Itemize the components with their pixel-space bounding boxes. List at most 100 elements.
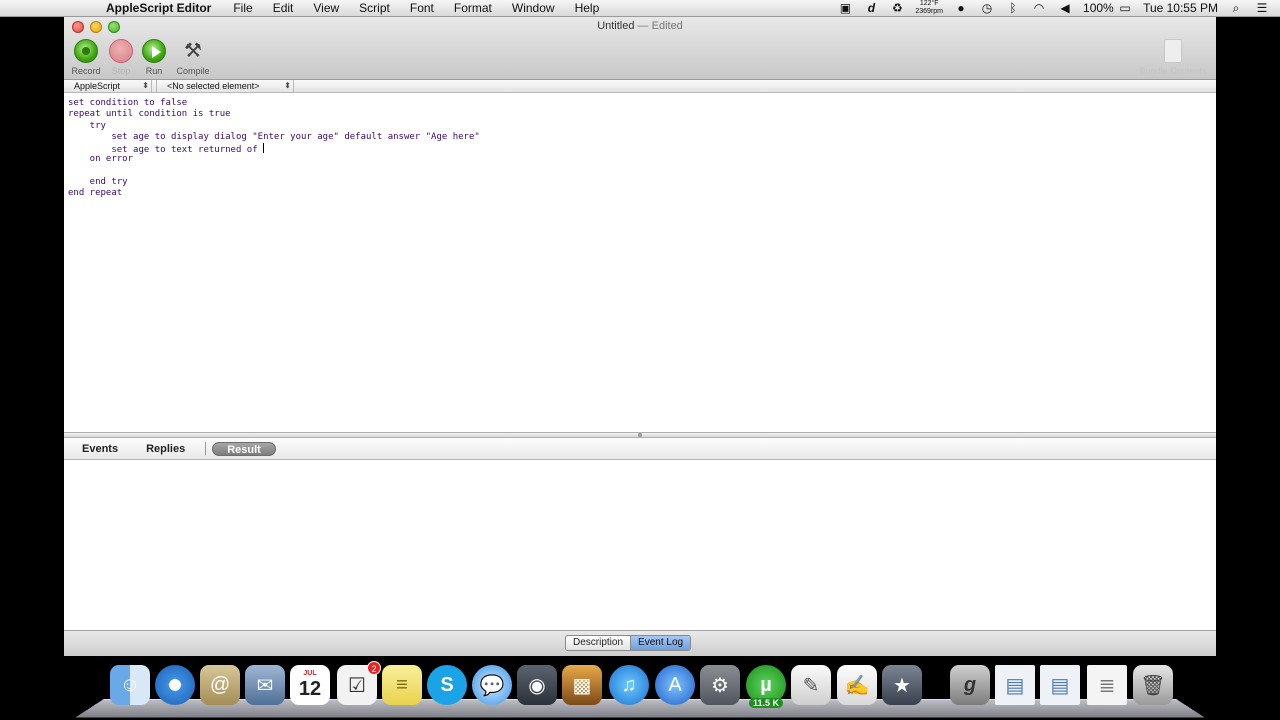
document-name: Untitled (597, 20, 635, 32)
code-line: set condition to false (68, 98, 188, 108)
menu-file[interactable]: File (223, 1, 262, 15)
code-line: on error (68, 154, 134, 165)
title-separator: — (634, 20, 652, 32)
utorrent-speed: 11.5 K (748, 698, 784, 708)
itunes-icon[interactable]: ♫ (609, 665, 649, 705)
activity-icon[interactable]: ♻ (889, 1, 905, 15)
bundle-label: Bundle Contents (1139, 66, 1207, 76)
app-menu[interactable]: AppleScript Editor (98, 1, 223, 15)
temperature-monitor[interactable]: 122°F 2369rpm (915, 0, 943, 16)
tab-events[interactable]: Events (68, 442, 132, 456)
title-bar: Untitled — Edited Record Stop Run ⚒ Comp… (64, 17, 1216, 80)
menu-format[interactable]: Format (444, 1, 502, 15)
safari-icon[interactable]: ✦ (155, 665, 195, 705)
textedit-icon[interactable]: ✍ (837, 665, 877, 705)
battery-status[interactable]: 100% ▭ (1083, 1, 1133, 15)
bottom-bar: Description Event Log (64, 630, 1216, 656)
minimized-window-icon[interactable]: ▤ (995, 665, 1035, 705)
calendar-day: 12 (298, 677, 322, 700)
d-icon[interactable]: d (863, 1, 879, 15)
description-button[interactable]: Description (566, 636, 631, 650)
tab-result[interactable]: Result (212, 441, 276, 456)
ubuntu-icon[interactable]: ● (953, 1, 969, 15)
facetime-icon[interactable]: ◉ (517, 665, 557, 705)
wifi-icon[interactable]: ◠ (1031, 1, 1047, 15)
time-machine-icon[interactable]: ◷ (979, 1, 995, 15)
menu-bar: AppleScript Editor File Edit View Script… (0, 0, 1280, 17)
skype-icon[interactable]: S (427, 665, 467, 705)
system-preferences-icon[interactable]: ⚙ (700, 665, 740, 705)
menu-script[interactable]: Script (349, 1, 400, 15)
result-tab-bar: Events Replies Result (64, 438, 1216, 460)
menu-view[interactable]: View (303, 1, 349, 15)
reminders-icon[interactable]: ☑ 2 (337, 661, 381, 705)
volume-icon[interactable]: ◀ (1057, 1, 1073, 15)
battery-percent: 100% (1083, 1, 1114, 15)
code-line: end try (68, 177, 128, 188)
calendar-icon[interactable]: JUL 12 (290, 665, 330, 705)
run-icon (142, 39, 166, 63)
navigation-bar: AppleScript <No selected element> (64, 80, 1216, 93)
stop-icon (109, 39, 133, 63)
minimized-window-icon[interactable]: ≣ (1087, 665, 1127, 705)
menu-window[interactable]: Window (502, 1, 565, 15)
run-label: Run (145, 66, 163, 76)
script-editor-window: Untitled — Edited Record Stop Run ⚒ Comp… (64, 17, 1216, 656)
minimized-window-icon[interactable]: ▤ (1040, 665, 1080, 705)
description-log-switch: Description Event Log (565, 635, 692, 651)
iphoto-icon[interactable]: ▩ (562, 665, 602, 705)
menu-edit[interactable]: Edit (263, 1, 304, 15)
trash-icon[interactable]: 🗑 (1133, 665, 1173, 705)
script-editor[interactable]: set condition to false repeat until cond… (64, 94, 1216, 432)
hammer-icon: ⚒ (184, 40, 202, 62)
code-line-current: set age to text returned of (68, 143, 1216, 155)
edited-state: Edited (651, 20, 683, 32)
compile-button[interactable]: ⚒ Compile (171, 39, 215, 76)
compile-label: Compile (176, 66, 210, 76)
finder-icon[interactable]: ☺ (110, 665, 150, 705)
mail-icon[interactable]: ✉ (245, 665, 285, 705)
record-icon (74, 39, 98, 63)
app-store-icon[interactable]: A (655, 665, 695, 705)
notes-icon[interactable]: ≡ (382, 665, 422, 705)
record-label: Record (71, 66, 101, 76)
splitter-handle[interactable] (638, 433, 642, 437)
utorrent-icon[interactable]: µ 11.5 K (746, 665, 786, 708)
temperature-reading: 122°F (919, 0, 939, 7)
element-popup[interactable]: <No selected element> (156, 80, 294, 93)
bundle-contents-button[interactable]: Bundle Contents (1138, 39, 1208, 76)
stop-label: Stop (111, 66, 131, 76)
code-line: repeat until condition is true (68, 109, 231, 120)
result-pane[interactable] (64, 460, 1216, 630)
dock: ☺ ✦ @ ✉ JUL 12 ☑ 2 ≡ S 💬 ◉ ▩ ♫ A ⚙ µ 11.5 … (0, 656, 1280, 720)
code-line: try (68, 120, 106, 131)
messages-icon[interactable]: 💬 (472, 665, 512, 705)
code-line: set age to display dialog "Enter your ag… (68, 131, 480, 142)
imovie-icon[interactable]: ★ (882, 665, 922, 705)
calendar-month: JUL (303, 669, 317, 677)
battery-icon: ▭ (1119, 1, 1131, 15)
tab-divider (205, 442, 207, 455)
list-icon[interactable]: ☰ (1254, 1, 1270, 15)
bluetooth-icon[interactable]: ᛒ (1005, 1, 1021, 15)
text-cursor (263, 143, 265, 154)
language-popup[interactable]: AppleScript (64, 80, 152, 93)
menu-help[interactable]: Help (565, 1, 610, 15)
code-line: end repeat (68, 188, 123, 199)
run-button[interactable]: Run (132, 39, 176, 76)
dock-shelf (75, 699, 1205, 718)
event-log-button[interactable]: Event Log (630, 636, 691, 650)
menu-font[interactable]: Font (400, 1, 444, 15)
camera-icon[interactable]: ▣ (837, 1, 853, 15)
clock[interactable]: Tue 10:55 PM (1143, 1, 1218, 15)
script-editor-icon[interactable]: ✎ (791, 665, 831, 705)
spotlight-icon[interactable]: ⌕ (1228, 1, 1244, 15)
window-title: Untitled — Edited (64, 20, 1216, 32)
reminders-badge: 2 (367, 661, 381, 675)
contacts-icon[interactable]: @ (200, 665, 240, 705)
tab-replies[interactable]: Replies (132, 442, 199, 456)
bundle-icon (1164, 39, 1182, 63)
gdrive-folder-icon[interactable]: g (950, 665, 990, 705)
fan-speed-reading: 2369rpm (915, 8, 944, 15)
